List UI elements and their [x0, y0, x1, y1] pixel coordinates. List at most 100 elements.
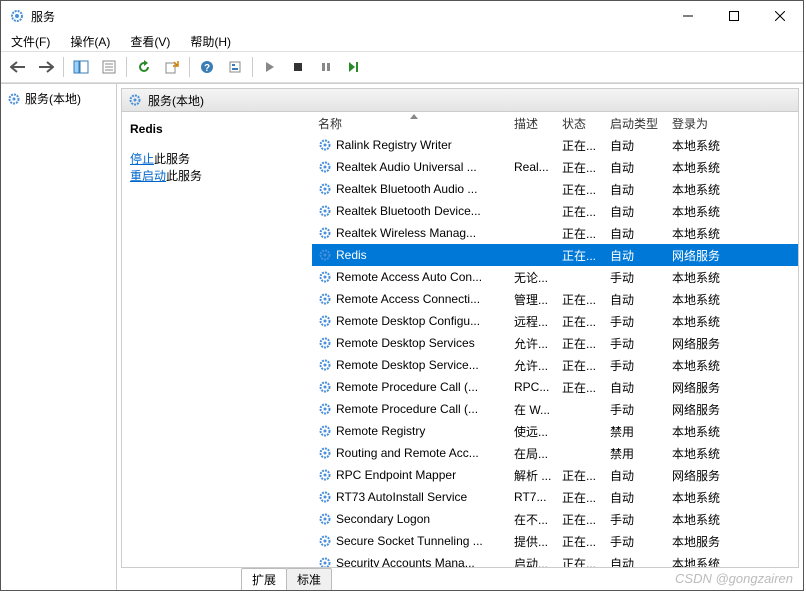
service-row[interactable]: Remote Desktop Configu...远程...正在...手动本地系… — [312, 310, 798, 332]
service-row[interactable]: Remote Access Connecti...管理...正在...自动本地系… — [312, 288, 798, 310]
service-name-cell: Routing and Remote Acc... — [336, 446, 479, 460]
svg-text:?: ? — [204, 63, 210, 74]
stop-service-button[interactable] — [285, 54, 311, 80]
close-button[interactable] — [757, 1, 803, 31]
service-row[interactable]: Remote Desktop Service...允许...正在...手动本地系… — [312, 354, 798, 376]
service-name-cell: Remote Access Connecti... — [336, 292, 480, 306]
service-row[interactable]: Remote Registry使远...禁用本地系统 — [312, 420, 798, 442]
column-desc[interactable]: 描述 — [508, 112, 556, 134]
column-startup[interactable]: 启动类型 — [604, 112, 666, 134]
service-logon-cell: 本地系统 — [666, 291, 746, 308]
maximize-button[interactable] — [711, 1, 757, 31]
service-startup-cell: 禁用 — [604, 423, 666, 440]
service-row[interactable]: Remote Access Auto Con...无论...手动本地系统 — [312, 266, 798, 288]
forward-button[interactable] — [33, 54, 59, 80]
minimize-button[interactable] — [665, 1, 711, 31]
restart-service-button[interactable] — [341, 54, 367, 80]
service-row[interactable]: Realtek Bluetooth Audio ...正在...自动本地系统 — [312, 178, 798, 200]
menu-file[interactable]: 文件(F) — [9, 31, 52, 52]
service-status-cell: 正在... — [556, 379, 604, 396]
properties-button[interactable] — [96, 54, 122, 80]
service-startup-cell: 自动 — [604, 467, 666, 484]
watermark: CSDN @gongzairen — [675, 571, 793, 586]
service-row[interactable]: Ralink Registry Writer正在...自动本地系统 — [312, 134, 798, 156]
service-row[interactable]: Realtek Bluetooth Device...正在...自动本地系统 — [312, 200, 798, 222]
service-row[interactable]: Redis正在...自动网络服务 — [312, 244, 798, 266]
gear-icon — [318, 446, 332, 460]
start-service-button[interactable] — [257, 54, 283, 80]
refresh-button[interactable] — [131, 54, 157, 80]
service-row[interactable]: Realtek Audio Universal ...Real...正在...自… — [312, 156, 798, 178]
menu-view[interactable]: 查看(V) — [128, 31, 172, 52]
service-startup-cell: 自动 — [604, 181, 666, 198]
gear-icon — [128, 93, 142, 107]
service-logon-cell: 本地系统 — [666, 225, 746, 242]
service-desc-cell: 提供... — [508, 533, 556, 550]
tab-standard[interactable]: 标准 — [286, 568, 332, 590]
show-hide-tree-button[interactable] — [68, 54, 94, 80]
gear-icon — [318, 358, 332, 372]
service-desc-cell: 无论... — [508, 269, 556, 286]
column-name[interactable]: 名称 — [312, 112, 508, 134]
service-row[interactable]: Remote Desktop Services允许...正在...手动网络服务 — [312, 332, 798, 354]
service-row[interactable]: Secure Socket Tunneling ...提供...正在...手动本… — [312, 530, 798, 552]
service-row[interactable]: Secondary Logon在不...正在...手动本地系统 — [312, 508, 798, 530]
restart-link[interactable]: 重启动 — [130, 169, 166, 183]
service-startup-cell: 自动 — [604, 159, 666, 176]
service-name-cell: Ralink Registry Writer — [336, 138, 452, 152]
service-row[interactable]: Security Accounts Mana...启动...正在...自动本地系… — [312, 552, 798, 567]
menu-action[interactable]: 操作(A) — [68, 31, 112, 52]
service-row[interactable]: Remote Procedure Call (...RPC...正在...自动网… — [312, 376, 798, 398]
service-row[interactable]: Remote Procedure Call (...在 W...手动网络服务 — [312, 398, 798, 420]
stop-link[interactable]: 停止 — [130, 152, 154, 166]
export-button[interactable] — [159, 54, 185, 80]
service-row[interactable]: RPC Endpoint Mapper解析 ...正在...自动网络服务 — [312, 464, 798, 486]
service-logon-cell: 本地系统 — [666, 313, 746, 330]
service-startup-cell: 自动 — [604, 247, 666, 264]
tab-extended[interactable]: 扩展 — [241, 568, 287, 590]
service-status-cell: 正在... — [556, 555, 604, 568]
column-logon[interactable]: 登录为 — [666, 112, 746, 134]
service-status-cell: 正在... — [556, 467, 604, 484]
service-desc-cell: 允许... — [508, 335, 556, 352]
gear-icon — [318, 336, 332, 350]
back-button[interactable] — [5, 54, 31, 80]
service-desc-cell: 在不... — [508, 511, 556, 528]
filter-button[interactable] — [222, 54, 248, 80]
service-row[interactable]: Realtek Wireless Manag...正在...自动本地系统 — [312, 222, 798, 244]
service-name-cell: Redis — [336, 248, 367, 262]
service-startup-cell: 自动 — [604, 379, 666, 396]
service-row[interactable]: Routing and Remote Acc...在局...禁用本地系统 — [312, 442, 798, 464]
gear-icon — [318, 226, 332, 240]
service-name-cell: Remote Procedure Call (... — [336, 380, 478, 394]
separator-icon — [189, 57, 190, 77]
service-name-cell: Remote Registry — [336, 424, 425, 438]
service-desc-cell: 远程... — [508, 313, 556, 330]
help-button[interactable]: ? — [194, 54, 220, 80]
service-row[interactable]: RT73 AutoInstall ServiceRT7...正在...自动本地系… — [312, 486, 798, 508]
gear-icon — [318, 490, 332, 504]
service-status-cell: 正在... — [556, 225, 604, 242]
gear-icon — [318, 138, 332, 152]
services-list: 名称 描述 状态 启动类型 登录为 Ralink Registry Writer… — [312, 112, 798, 567]
gear-icon — [318, 402, 332, 416]
service-status-cell: 正在... — [556, 511, 604, 528]
sort-asc-icon — [410, 114, 418, 119]
gear-icon — [318, 160, 332, 174]
service-logon-cell: 网络服务 — [666, 335, 746, 352]
menu-help[interactable]: 帮助(H) — [188, 31, 233, 52]
pause-service-button[interactable] — [313, 54, 339, 80]
panel-header: 服务(本地) — [122, 89, 798, 112]
panel-title: 服务(本地) — [148, 92, 204, 109]
service-name-cell: Remote Desktop Services — [336, 336, 475, 350]
column-status[interactable]: 状态 — [556, 112, 604, 134]
service-status-cell: 正在... — [556, 357, 604, 374]
window-title: 服务 — [31, 8, 665, 25]
tree-item-services-local[interactable]: 服务(本地) — [5, 88, 112, 109]
gear-icon — [318, 512, 332, 526]
service-logon-cell: 本地系统 — [666, 489, 746, 506]
service-name-cell: Secondary Logon — [336, 512, 430, 526]
service-logon-cell: 本地系统 — [666, 137, 746, 154]
service-startup-cell: 手动 — [604, 533, 666, 550]
gear-icon — [318, 314, 332, 328]
